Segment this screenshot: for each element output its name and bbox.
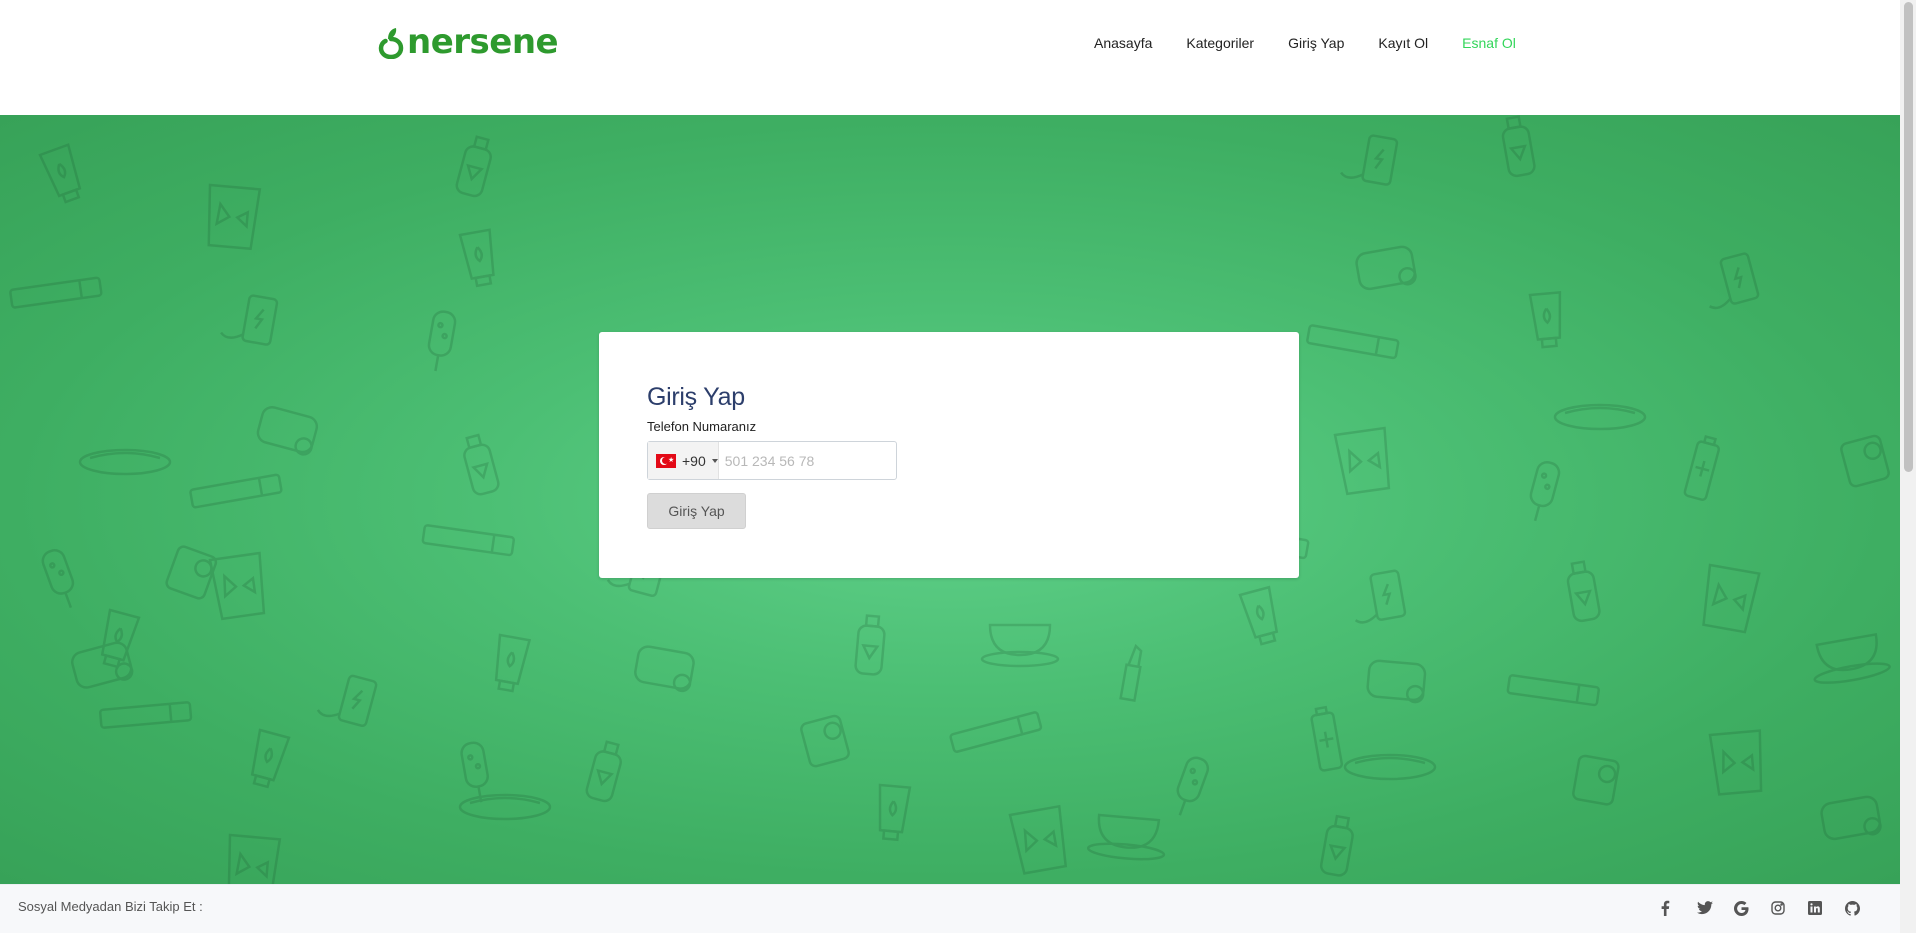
login-submit-button[interactable]: Giriş Yap <box>647 493 746 529</box>
facebook-icon[interactable] <box>1660 898 1697 918</box>
phone-number-input[interactable] <box>718 442 906 479</box>
phone-label: Telefon Numaranız <box>647 419 757 434</box>
site-header: nersene Anasayfa Kategoriler Giriş Yap K… <box>0 0 1900 115</box>
login-title: Giriş Yap <box>647 383 745 411</box>
page-scrollbar[interactable] <box>1900 0 1916 933</box>
nav-item-kayit-ol[interactable]: Kayıt Ol <box>1378 33 1428 53</box>
social-links <box>1660 898 1882 918</box>
google-icon[interactable] <box>1734 898 1771 918</box>
login-card: Giriş Yap Telefon Numaranız ★ +90 Giriş … <box>599 332 1299 578</box>
site-footer: Sosyal Medyadan Bizi Takip Et : <box>0 884 1900 933</box>
nav-item-kategoriler[interactable]: Kategoriler <box>1186 33 1254 53</box>
instagram-icon[interactable] <box>1771 898 1808 918</box>
nav-item-esnaf-ol[interactable]: Esnaf Ol <box>1462 33 1516 53</box>
nav-item-giris-yap[interactable]: Giriş Yap <box>1288 33 1344 53</box>
github-icon[interactable] <box>1845 898 1882 918</box>
linkedin-icon[interactable] <box>1808 898 1845 918</box>
social-follow-text: Sosyal Medyadan Bizi Takip Et : <box>18 899 203 914</box>
brand-logo[interactable]: nersene <box>377 22 559 62</box>
logo-icon <box>378 28 404 59</box>
turkey-flag-icon: ★ <box>656 453 676 468</box>
nav-item-anasayfa[interactable]: Anasayfa <box>1094 33 1152 53</box>
country-code-dropdown[interactable]: ★ +90 <box>648 442 719 479</box>
main-nav: Anasayfa Kategoriler Giriş Yap Kayıt Ol … <box>1094 33 1550 53</box>
caret-down-icon <box>711 458 718 463</box>
scrollbar-thumb[interactable] <box>1904 2 1913 472</box>
hero-background: Giriş Yap Telefon Numaranız ★ +90 Giriş … <box>0 115 1900 884</box>
phone-input-group: ★ +90 <box>647 441 906 480</box>
twitter-icon[interactable] <box>1697 898 1734 918</box>
logo-text: nersene <box>407 22 559 62</box>
dial-code: +90 <box>682 452 706 469</box>
